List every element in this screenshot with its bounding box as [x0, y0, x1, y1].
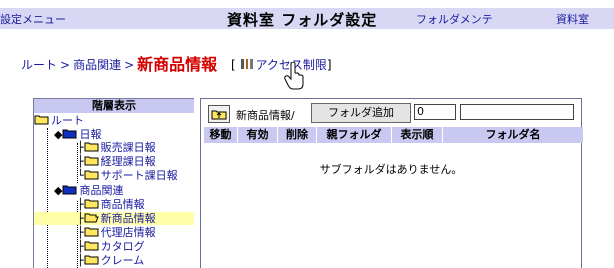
diamond-icon: ◆	[54, 128, 63, 141]
current-path: 新商品情報/	[236, 109, 295, 122]
tree-branch: ├	[77, 254, 84, 267]
page-title: 資料室 フォルダ設定	[227, 11, 378, 29]
hand-cursor-icon	[284, 62, 304, 90]
tree-node-label: 経理課日報	[100, 155, 156, 168]
tree-node-label: 新商品情報	[100, 212, 156, 225]
folder-icon	[84, 227, 99, 237]
tree-node-label: 販売課日報	[100, 141, 156, 154]
empty-message: サブフォルダはありません。	[319, 163, 463, 176]
tree-node-label: 日報	[79, 128, 102, 141]
folder-icon	[84, 156, 99, 166]
settings-menu-link[interactable]: 設定メニュー	[0, 11, 66, 27]
tree-node-support-report[interactable]: └ サポート課日報	[77, 169, 178, 182]
breadcrumb-separator: >	[60, 58, 71, 72]
subfolder-table-header: 移動 有効 削除 親フォルダ 表示順 フォルダ名	[204, 127, 584, 143]
tree-branch: ├	[77, 212, 84, 225]
tree-branch: ├	[77, 226, 84, 239]
folder-icon	[84, 170, 99, 180]
access-control: [ アクセス制限]	[231, 58, 332, 72]
col-delete: 削除	[278, 127, 317, 143]
open-folder-icon	[84, 213, 99, 223]
col-display-order: 表示順	[392, 127, 443, 143]
tree-node-label: 商品情報	[100, 198, 145, 211]
tree-node-label: ルート	[51, 114, 84, 127]
tree-node-label: カタログ	[100, 240, 145, 253]
tree-branch: ├	[77, 240, 84, 253]
tree-header: 階層表示	[34, 99, 194, 113]
bracket-close: ]	[326, 58, 332, 72]
col-folder-name: フォルダ名	[443, 127, 584, 143]
folder-icon	[34, 115, 49, 125]
breadcrumb-separator: >	[124, 58, 135, 72]
tree-node-root[interactable]: ルート	[34, 114, 84, 127]
folder-icon	[84, 255, 99, 265]
tree-node-label: クレーム	[100, 254, 145, 267]
col-parent-folder: 親フォルダ	[317, 127, 392, 143]
tree-node-label: 商品関連	[79, 184, 124, 197]
diamond-icon: ◆	[54, 184, 63, 197]
tree-branch: ├	[77, 155, 84, 168]
tree-node-claims[interactable]: ├ クレーム	[77, 254, 144, 267]
tree-branch: └	[77, 169, 84, 182]
folder-name-input[interactable]	[460, 104, 574, 120]
col-move: 移動	[204, 127, 238, 143]
tree-line	[47, 128, 48, 268]
blue-folder-icon	[62, 185, 77, 195]
tree-node-product-info[interactable]: ├ 商品情報	[77, 198, 145, 211]
parent-folder-button[interactable]	[208, 105, 230, 123]
display-order-input[interactable]: 0	[414, 104, 456, 120]
breadcrumb-current: 新商品情報	[137, 55, 218, 74]
subfolder-panel: 新商品情報/ フォルダ追加 0 移動 有効 削除 親フォルダ 表示順 フォルダ名…	[200, 98, 584, 268]
breadcrumb-parent[interactable]: 商品関連	[73, 58, 121, 72]
library-link[interactable]: 資料室	[556, 11, 589, 27]
folder-icon	[84, 142, 99, 152]
folder-maint-link[interactable]: フォルダメンテ	[416, 11, 493, 27]
blue-folder-icon	[62, 129, 77, 139]
folder-controls: 新商品情報/ フォルダ追加 0	[204, 103, 578, 123]
top-bar: 設定メニュー 資料室 フォルダ設定 フォルダメンテ 資料室	[0, 8, 614, 29]
tree-branch: ├	[77, 198, 84, 211]
tree-node-sales-report[interactable]: ├ 販売課日報	[77, 141, 156, 154]
tree-branch: ├	[77, 141, 84, 154]
bracket-open: [	[231, 58, 236, 72]
folder-tree: 階層表示 ルート ◆ 日報 ├ 販売課日報 ├ 経理課日報 └ サポート課日報 ◆ 商品関…	[33, 98, 194, 268]
tree-node-accounting-report[interactable]: ├ 経理課日報	[77, 155, 156, 168]
tree-node-label: サポート課日報	[100, 169, 178, 182]
breadcrumb-root[interactable]: ルート	[21, 58, 57, 72]
add-folder-button[interactable]: フォルダ追加	[311, 103, 411, 123]
tree-node-daily-report[interactable]: ◆ 日報	[54, 128, 101, 141]
tools-icon	[240, 59, 253, 69]
up-folder-icon	[211, 110, 227, 120]
tree-node-label: 代理店情報	[100, 226, 156, 239]
tree-node-products[interactable]: ◆ 商品関連	[54, 184, 123, 197]
col-enabled: 有効	[238, 127, 278, 143]
folder-icon	[84, 199, 99, 209]
folder-icon	[84, 241, 99, 251]
tree-node-catalog[interactable]: ├ カタログ	[77, 240, 145, 253]
tree-node-new-product-info-selected[interactable]: ├ 新商品情報	[34, 212, 194, 225]
tree-node-agency-info[interactable]: ├ 代理店情報	[77, 226, 156, 239]
